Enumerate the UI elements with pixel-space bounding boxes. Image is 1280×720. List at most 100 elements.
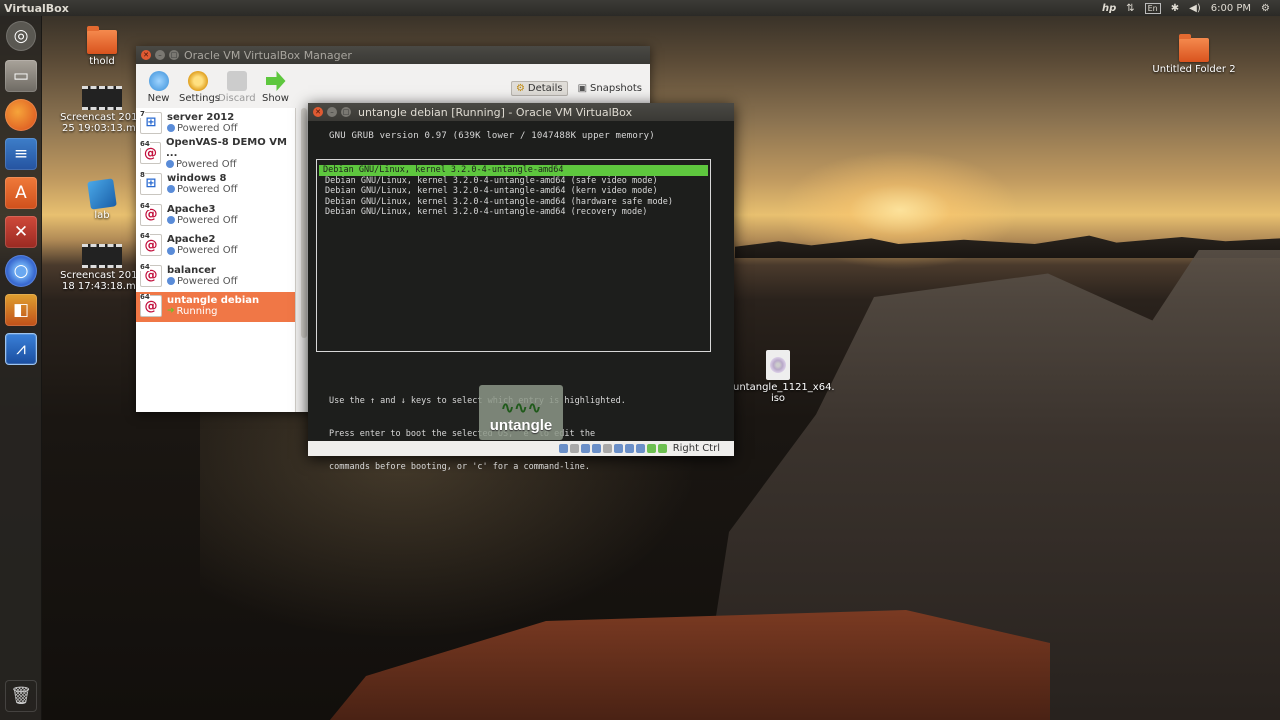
vm-name: untangle debian (167, 295, 260, 307)
vm-window: ✕ – □ untangle debian [Running] - Oracle… (308, 103, 734, 472)
folder-icon (87, 26, 117, 54)
desktop-icon-label: Screencast 2015 25 19:03:13.mp (60, 112, 144, 134)
firefox-icon[interactable] (5, 99, 37, 131)
manager-titlebar[interactable]: ✕ – □ Oracle VM VirtualBox Manager (136, 46, 650, 64)
system-settings-icon[interactable]: ✕ (5, 216, 37, 248)
vm-item-balancer[interactable]: @64 balancer Powered Off (136, 261, 295, 292)
grub-entry[interactable]: Debian GNU/Linux, kernel 3.2.0-4-untangl… (317, 176, 710, 187)
desktop-iso-untangle[interactable]: untangle_1121_x64. iso (733, 350, 835, 404)
mouse-integration-icon[interactable] (657, 444, 667, 453)
os-badge: 64 (140, 293, 150, 302)
discard-button[interactable]: Discard (218, 71, 256, 104)
vm-name: OpenVAS-8 DEMO VM ... (166, 136, 287, 159)
capture-icon[interactable] (635, 444, 645, 453)
arrow-right-icon (265, 71, 286, 91)
usb-icon[interactable] (602, 444, 612, 453)
os-badge: 8 (140, 170, 145, 179)
network-adapter-icon[interactable] (591, 444, 601, 453)
virtualization-icon[interactable] (646, 444, 656, 453)
vm-item-server-2012[interactable]: ⊞ 7 server 2012 Powered Off (136, 108, 295, 139)
vm-console[interactable]: GNU GRUB version 0.97 (639K lower / 1047… (308, 121, 734, 472)
vm-item-windows-8[interactable]: ⊞ 8 windows 8 Powered Off (136, 169, 295, 200)
close-button[interactable]: ✕ (141, 50, 151, 60)
grub-entry[interactable]: Debian GNU/Linux, kernel 3.2.0-4-untangl… (317, 186, 710, 197)
software-center-icon[interactable]: A (5, 177, 37, 209)
debian-os-icon: @64 (140, 233, 162, 257)
minimize-button[interactable]: – (327, 107, 337, 117)
vm-statusbar: Right Ctrl (308, 441, 734, 456)
new-button[interactable]: New (140, 71, 177, 104)
audio-icon[interactable] (580, 444, 590, 453)
debian-os-icon: @64 (140, 202, 162, 226)
grub-entry[interactable]: Debian GNU/Linux, kernel 3.2.0-4-untangl… (317, 207, 710, 218)
clock[interactable]: 6:00 PM (1211, 3, 1251, 14)
desktop-folder-untitled-2[interactable]: Untitled Folder 2 (1149, 34, 1239, 75)
powered-off-icon (167, 216, 175, 225)
host-key-label[interactable]: Right Ctrl (673, 443, 720, 454)
desktop-icon-label: lab (94, 210, 110, 221)
vm-status: ➜ Running (167, 306, 218, 318)
powered-off-icon (167, 124, 175, 133)
screencast-icon[interactable]: ◧ (5, 294, 37, 326)
system-monitor-icon[interactable]: ⩘ (5, 333, 37, 365)
desktop-vbox-lab[interactable]: lab (57, 178, 147, 221)
desktop-folder-thold[interactable]: thold (57, 26, 147, 67)
ubuntu-dash-icon[interactable]: ◎ (6, 21, 36, 51)
libreoffice-writer-icon[interactable]: ≡ (5, 138, 37, 170)
desktop-icon-label: thold (89, 56, 115, 67)
vm-item-apache3[interactable]: @64 Apache3 Powered Off (136, 200, 295, 231)
arrow-down-icon (226, 71, 247, 91)
virtualbox-file-icon (87, 178, 117, 210)
settings-button[interactable]: Settings (179, 71, 220, 104)
volume-icon[interactable]: ◀) (1189, 3, 1201, 14)
network-icon[interactable]: ⇅ (1126, 3, 1134, 14)
desktop-icon-label: Screencast 2015 18 17:43:18.mp (60, 270, 144, 292)
new-label: New (147, 93, 170, 104)
files-icon[interactable]: ▭ (5, 60, 37, 92)
desktop-video-screencast-2[interactable]: Screencast 2015 18 17:43:18.mp (57, 244, 147, 292)
maximize-button[interactable]: □ (169, 50, 179, 60)
untangle-wordmark: untangle (489, 417, 553, 434)
grub-entry[interactable]: Debian GNU/Linux, kernel 3.2.0-4-untangl… (317, 197, 710, 208)
snapshots-tab[interactable]: ▣ Snapshots (574, 82, 646, 95)
keyboard-layout[interactable]: En (1144, 2, 1161, 14)
display-icon[interactable] (624, 444, 634, 453)
vm-item-openvas[interactable]: @64 OpenVAS-8 DEMO VM ... Powered Off (136, 136, 295, 170)
vm-item-apache2[interactable]: @64 Apache2 Powered Off (136, 230, 295, 261)
shared-folders-icon[interactable] (613, 444, 623, 453)
vm-titlebar[interactable]: ✕ – □ untangle debian [Running] - Oracle… (308, 103, 734, 121)
hard-disk-icon[interactable] (558, 444, 568, 453)
os-badge: 7 (140, 109, 145, 118)
video-file-icon (82, 86, 122, 110)
gear-icon[interactable]: ⚙ (1261, 3, 1270, 14)
show-button[interactable]: Show (257, 71, 294, 104)
optical-drive-icon[interactable] (569, 444, 579, 453)
vm-name: balancer (167, 264, 216, 276)
details-tab[interactable]: ⚙ Details (510, 81, 568, 96)
trash-icon[interactable]: 🗑 (5, 680, 37, 712)
close-button[interactable]: ✕ (313, 107, 323, 117)
show-label: Show (262, 93, 289, 104)
vm-status: Powered Off (166, 159, 295, 170)
grub-header: GNU GRUB version 0.97 (639K lower / 1047… (329, 131, 655, 141)
window-controls: ✕ – □ (308, 107, 356, 117)
windows-os-icon: ⊞ 7 (140, 109, 162, 134)
chromium-icon[interactable]: ○ (5, 255, 37, 287)
settings-label: Settings (179, 93, 221, 104)
bluetooth-icon[interactable]: ✱ (1171, 3, 1179, 14)
desktop-video-screencast-1[interactable]: Screencast 2015 25 19:03:13.mp (57, 86, 147, 134)
vm-list-scrollbar[interactable] (301, 108, 307, 338)
vm-item-untangle-debian[interactable]: @64 untangle debian ➜ Running (136, 291, 295, 323)
debian-os-icon: @64 (140, 263, 162, 287)
grub-help-line: Press enter to boot the selected OS, 'e'… (329, 429, 596, 439)
minimize-button[interactable]: – (155, 50, 165, 60)
hp-icon[interactable]: hp (1102, 3, 1116, 14)
gear-icon (187, 71, 208, 91)
top-panel: VirtualBox hp ⇅ En ✱ ◀) 6:00 PM ⚙ (0, 0, 1280, 16)
untangle-logo: ∿∿∿ untangle (479, 385, 563, 440)
active-app-name: VirtualBox (4, 1, 69, 15)
grub-entry[interactable]: Debian GNU/Linux, kernel 3.2.0-4-untangl… (319, 165, 708, 176)
vm-status: Powered Off (167, 245, 237, 256)
maximize-button[interactable]: □ (341, 107, 351, 117)
vm-status: Powered Off (167, 184, 237, 195)
